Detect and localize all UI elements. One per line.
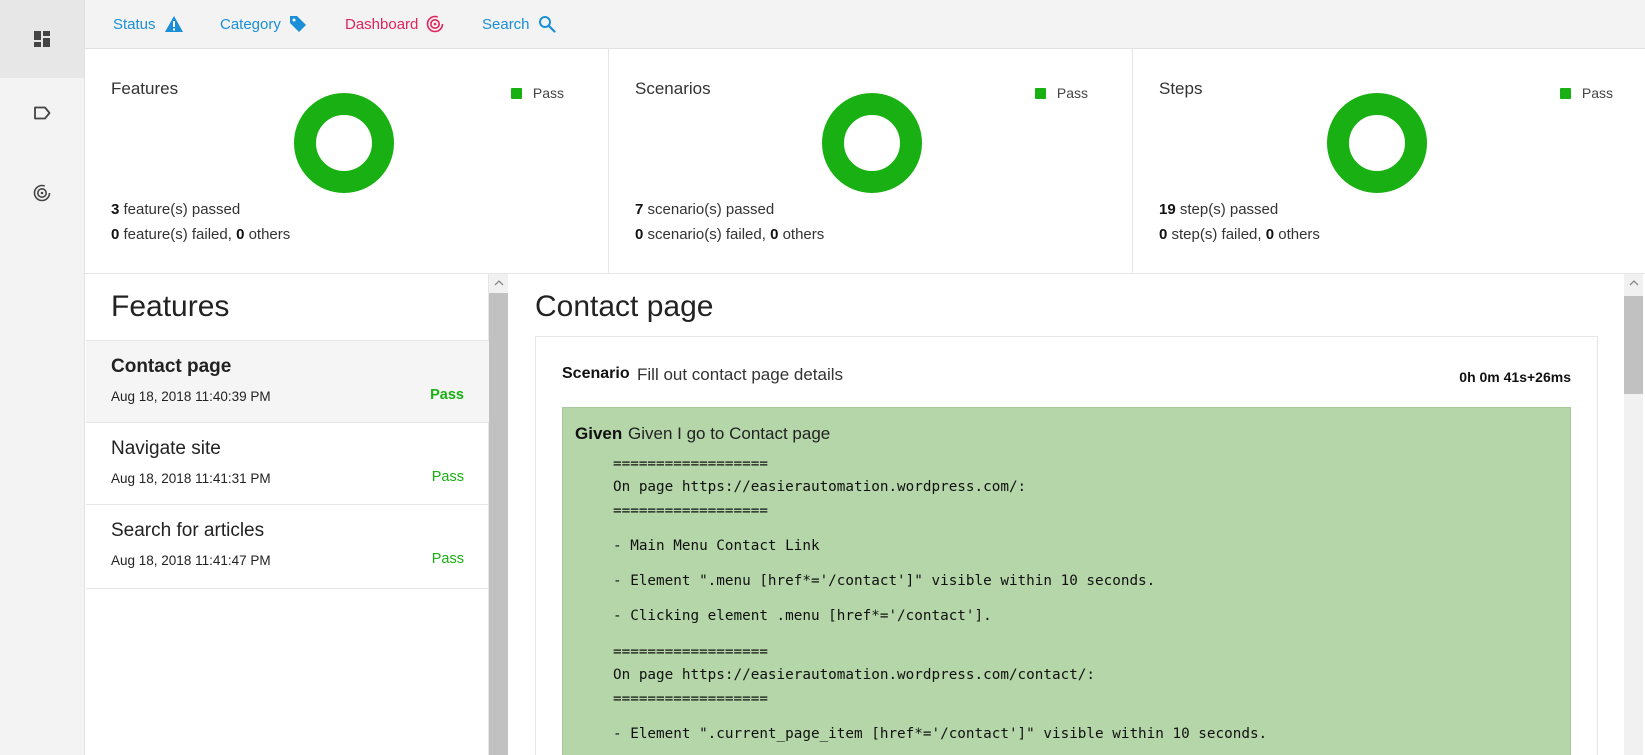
steps-donut-chart — [1327, 93, 1427, 193]
step-log-line: ================== — [613, 644, 768, 660]
dashboard-grid-icon — [34, 31, 50, 47]
nav-search[interactable]: Search — [482, 15, 556, 33]
step-log-line: ================== — [613, 691, 768, 707]
features-card: Features Pass 3 feature(s) passed 0 feat… — [85, 49, 609, 274]
nav-dashboard[interactable]: Dashboard — [345, 15, 444, 33]
features-scrollbar[interactable] — [489, 274, 508, 755]
passed-text: feature(s) passed — [119, 201, 241, 218]
failed-line: 0 step(s) failed, 0 others — [1159, 226, 1320, 243]
sidebar-item-dashboard[interactable] — [0, 0, 84, 78]
card-legend[interactable]: Pass — [1034, 85, 1088, 101]
step-keyword: Given — [575, 424, 623, 443]
feature-status-badge: Pass — [431, 469, 464, 485]
feature-date: Aug 18, 2018 11:41:47 PM — [111, 553, 271, 568]
search-icon — [538, 16, 556, 33]
nav-category-label: Category — [220, 15, 281, 33]
feature-date: Aug 18, 2018 11:40:39 PM — [111, 389, 271, 404]
card-legend[interactable]: Pass — [1559, 85, 1613, 101]
passed-line: 7 scenario(s) passed — [635, 201, 774, 218]
step-block: Given Given I go to Contact page =======… — [562, 407, 1571, 755]
feature-date: Aug 18, 2018 11:41:31 PM — [111, 471, 271, 486]
scroll-thumb[interactable] — [1624, 296, 1643, 394]
others-text: others — [244, 226, 291, 243]
detail-scrollbar[interactable] — [1624, 274, 1643, 755]
summary-cards: Features Pass 3 feature(s) passed 0 feat… — [85, 49, 1645, 274]
passed-text: step(s) passed — [1175, 201, 1279, 218]
card-title: Steps — [1159, 79, 1203, 98]
sidebar — [0, 0, 85, 755]
donut-pass-arc — [294, 93, 394, 193]
step-text: Given I go to Contact page — [628, 424, 831, 443]
scenario-duration: 0h 0m 41s+26ms — [1459, 369, 1571, 385]
passed-text: scenario(s) passed — [643, 201, 775, 218]
failed-text: step(s) failed, — [1167, 226, 1266, 243]
scroll-up-arrow-icon[interactable] — [489, 274, 508, 291]
top-nav: Status Category Dashboard Search — [85, 0, 1645, 49]
feature-status-badge: Pass — [431, 551, 464, 567]
step-log-line: On page https://easierautomation.wordpre… — [613, 667, 1096, 683]
legend-swatch — [1559, 87, 1571, 99]
features-heading: Features — [111, 290, 230, 323]
scenarios-donut-chart — [822, 93, 922, 193]
features-donut-chart — [294, 93, 394, 193]
failed-text: scenario(s) failed, — [643, 226, 771, 243]
step-log-line: - Element ".menu [href*='/contact']" vis… — [613, 573, 1156, 589]
others-text: others — [778, 226, 825, 243]
feature-list-item[interactable]: Navigate site Aug 18, 2018 11:41:31 PM P… — [86, 422, 489, 504]
target-icon — [33, 184, 51, 202]
card-legend[interactable]: Pass — [510, 85, 564, 101]
feature-name: Search for articles — [111, 520, 265, 541]
others-count: 0 — [1265, 226, 1275, 243]
steps-card: Steps Pass 19 step(s) passed 0 step(s) f… — [1133, 49, 1645, 274]
scenario-label: Scenario — [562, 365, 630, 382]
feature-name: Navigate site — [111, 438, 221, 459]
step-log-line: On page https://easierautomation.wordpre… — [613, 479, 1027, 495]
feature-status-badge: Pass — [430, 387, 464, 403]
legend-label: Pass — [1581, 85, 1613, 101]
legend-swatch — [510, 87, 522, 99]
list-divider — [86, 588, 489, 589]
legend-label: Pass — [1056, 85, 1088, 101]
nav-status-label: Status — [113, 15, 156, 33]
scroll-thumb[interactable] — [489, 293, 508, 755]
failed-text: feature(s) failed, — [119, 226, 237, 243]
legend-swatch — [1034, 87, 1046, 99]
failed-line: 0 scenario(s) failed, 0 others — [635, 226, 824, 243]
others-text: others — [1274, 226, 1320, 243]
step-log-line: - Element ".current_page_item [href*='/c… — [613, 726, 1268, 742]
passed-line: 3 feature(s) passed — [111, 201, 240, 218]
donut-pass-arc — [822, 93, 922, 193]
card-title: Scenarios — [635, 79, 711, 98]
step-log-line: - Clicking element .menu [href*='/contac… — [613, 608, 992, 624]
scenario-name[interactable]: Fill out contact page details — [637, 365, 843, 385]
warning-icon — [164, 16, 183, 32]
nav-search-label: Search — [482, 15, 530, 33]
failed-line: 0 feature(s) failed, 0 others — [111, 226, 290, 243]
sidebar-item-category[interactable] — [0, 74, 84, 152]
sidebar-item-target[interactable] — [0, 154, 84, 232]
tag-icon — [289, 16, 306, 32]
feature-list-item[interactable]: Search for articles Aug 18, 2018 11:41:4… — [86, 504, 489, 586]
step-log-line: ================== — [613, 456, 768, 472]
step-log-line: - Main Menu Contact Link — [613, 538, 820, 554]
target-icon — [427, 15, 444, 33]
step-log-line: ================== — [613, 503, 768, 519]
scroll-up-arrow-icon[interactable] — [1624, 274, 1643, 291]
card-title: Features — [111, 79, 179, 98]
nav-dashboard-label: Dashboard — [345, 15, 419, 33]
feature-name: Contact page — [111, 356, 232, 377]
nav-status[interactable]: Status — [113, 15, 184, 33]
nav-category[interactable]: Category — [220, 15, 307, 33]
scenario-card: Scenario Fill out contact page details 0… — [535, 336, 1598, 755]
feature-list-item[interactable]: Contact page Aug 18, 2018 11:40:39 PM Pa… — [86, 340, 489, 422]
tag-outline-icon — [34, 106, 51, 120]
scenarios-card: Scenarios Pass 7 scenario(s) passed 0 sc… — [609, 49, 1133, 274]
passed-count: 19 — [1159, 201, 1176, 218]
legend-label: Pass — [532, 85, 564, 101]
features-panel: Features Contact page Aug 18, 2018 11:40… — [86, 274, 489, 755]
donut-pass-arc — [1327, 93, 1427, 193]
feature-detail-title: Contact page — [535, 290, 714, 323]
passed-line: 19 step(s) passed — [1159, 201, 1278, 218]
